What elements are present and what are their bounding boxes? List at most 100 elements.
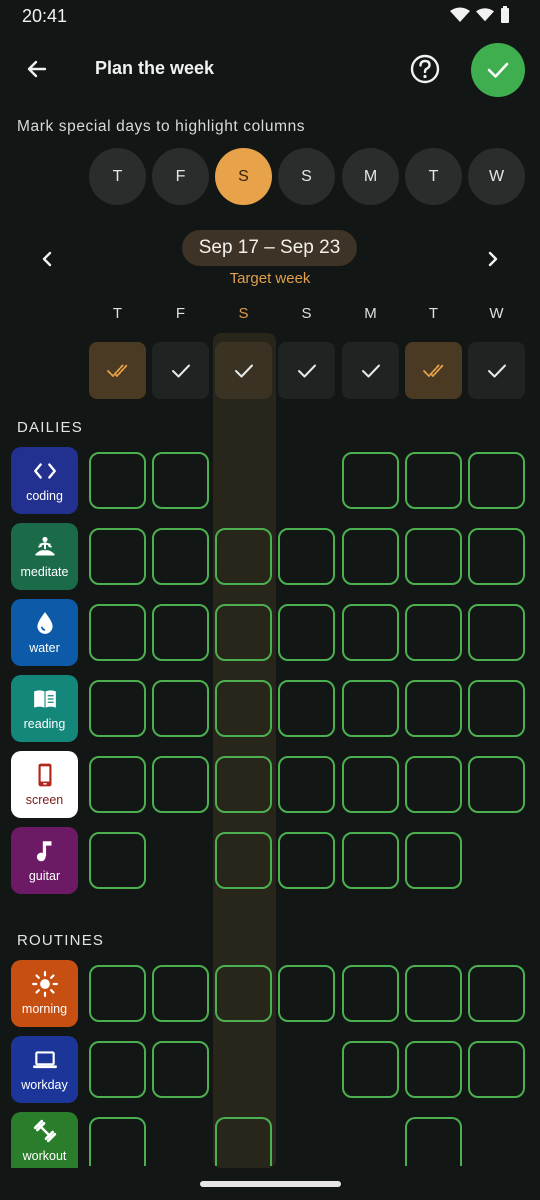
habit-water[interactable]: water bbox=[11, 599, 78, 666]
day-chip[interactable]: F bbox=[152, 148, 209, 205]
habit-day-cell[interactable] bbox=[342, 756, 399, 813]
habit-morning[interactable]: morning bbox=[11, 960, 78, 1027]
day-chip[interactable]: T bbox=[405, 148, 462, 205]
column-select-all-button[interactable] bbox=[405, 342, 462, 399]
habit-day-cell[interactable] bbox=[342, 528, 399, 585]
check-icon bbox=[234, 364, 253, 377]
habit-label: morning bbox=[21, 1002, 68, 1016]
day-chip[interactable]: T bbox=[89, 148, 146, 205]
habit-label: meditate bbox=[20, 565, 69, 579]
next-week-button[interactable] bbox=[478, 244, 508, 274]
habit-guitar[interactable]: guitar bbox=[11, 827, 78, 894]
habit-day-cell[interactable] bbox=[152, 756, 209, 813]
habit-label: screen bbox=[25, 793, 64, 807]
column-select-all-button[interactable] bbox=[152, 342, 209, 399]
day-column-header: S bbox=[238, 305, 249, 322]
habit-day-cell[interactable] bbox=[405, 965, 462, 1022]
habit-day-cell[interactable] bbox=[215, 965, 272, 1022]
day-column-header: T bbox=[428, 305, 439, 322]
habit-day-cell[interactable] bbox=[468, 756, 525, 813]
habit-meditate[interactable]: meditate bbox=[11, 523, 78, 590]
habit-day-cell[interactable] bbox=[468, 528, 525, 585]
habit-day-cell[interactable] bbox=[89, 1041, 146, 1098]
water-drop-icon bbox=[36, 612, 53, 634]
habit-day-cell[interactable] bbox=[152, 680, 209, 737]
habit-workout[interactable]: workout bbox=[11, 1112, 78, 1168]
wifi-icon bbox=[450, 7, 470, 22]
day-chip[interactable]: S bbox=[278, 148, 335, 205]
music-note-icon bbox=[36, 841, 51, 862]
help-button[interactable] bbox=[408, 52, 442, 86]
battery-icon bbox=[501, 6, 509, 23]
column-select-all-button[interactable] bbox=[278, 342, 335, 399]
status-bar: 20:41 bbox=[0, 0, 540, 34]
signal-icon bbox=[476, 8, 494, 22]
habit-screen[interactable]: screen bbox=[11, 751, 78, 818]
habit-day-cell[interactable] bbox=[468, 680, 525, 737]
habit-workday[interactable]: workday bbox=[11, 1036, 78, 1103]
habit-day-cell[interactable] bbox=[278, 528, 335, 585]
habit-day-cell[interactable] bbox=[89, 452, 146, 509]
habit-day-cell[interactable] bbox=[152, 1041, 209, 1098]
habit-day-cell[interactable] bbox=[342, 452, 399, 509]
week-range[interactable]: Sep 17 – Sep 23 bbox=[182, 230, 357, 266]
column-select-all-button[interactable] bbox=[89, 342, 146, 399]
habit-day-cell[interactable] bbox=[342, 604, 399, 661]
check-icon bbox=[487, 364, 506, 377]
habit-day-cell[interactable] bbox=[342, 1041, 399, 1098]
confirm-button[interactable] bbox=[471, 43, 525, 97]
back-button[interactable] bbox=[18, 50, 56, 88]
habit-coding[interactable]: coding bbox=[11, 447, 78, 514]
habit-day-cell[interactable] bbox=[278, 604, 335, 661]
day-column-header: T bbox=[112, 305, 123, 322]
habit-day-cell[interactable] bbox=[468, 452, 525, 509]
habit-day-cell[interactable] bbox=[405, 528, 462, 585]
dumbbell-icon bbox=[33, 1119, 56, 1142]
habit-day-cell[interactable] bbox=[215, 604, 272, 661]
day-chip[interactable]: M bbox=[342, 148, 399, 205]
habit-day-cell[interactable] bbox=[215, 1117, 272, 1166]
habit-reading[interactable]: reading bbox=[11, 675, 78, 742]
habit-day-cell[interactable] bbox=[152, 452, 209, 509]
habit-day-cell[interactable] bbox=[278, 756, 335, 813]
habit-day-cell[interactable] bbox=[152, 965, 209, 1022]
habit-day-cell[interactable] bbox=[89, 604, 146, 661]
habit-day-cell[interactable] bbox=[468, 1041, 525, 1098]
habit-day-cell[interactable] bbox=[89, 680, 146, 737]
habit-day-cell[interactable] bbox=[342, 965, 399, 1022]
special-day-column-highlight bbox=[213, 333, 276, 1168]
code-icon bbox=[33, 463, 56, 479]
habit-day-cell[interactable] bbox=[405, 1117, 462, 1166]
habit-day-cell[interactable] bbox=[89, 756, 146, 813]
habit-day-cell[interactable] bbox=[405, 680, 462, 737]
habit-day-cell[interactable] bbox=[278, 832, 335, 889]
habit-day-cell[interactable] bbox=[215, 756, 272, 813]
habit-day-cell[interactable] bbox=[405, 832, 462, 889]
habit-day-cell[interactable] bbox=[405, 756, 462, 813]
habit-day-cell[interactable] bbox=[468, 965, 525, 1022]
habit-day-cell[interactable] bbox=[89, 1117, 146, 1166]
habit-day-cell[interactable] bbox=[215, 680, 272, 737]
habit-day-cell[interactable] bbox=[468, 604, 525, 661]
day-chip[interactable]: W bbox=[468, 148, 525, 205]
habit-day-cell[interactable] bbox=[278, 680, 335, 737]
habit-day-cell[interactable] bbox=[152, 604, 209, 661]
column-select-all-button[interactable] bbox=[215, 342, 272, 399]
habit-day-cell[interactable] bbox=[342, 832, 399, 889]
day-chip[interactable]: S bbox=[215, 148, 272, 205]
habit-day-cell[interactable] bbox=[405, 604, 462, 661]
column-select-all-button[interactable] bbox=[342, 342, 399, 399]
column-select-all-button[interactable] bbox=[468, 342, 525, 399]
habit-day-cell[interactable] bbox=[89, 832, 146, 889]
habit-day-cell[interactable] bbox=[405, 1041, 462, 1098]
habit-day-cell[interactable] bbox=[215, 832, 272, 889]
check-icon bbox=[361, 364, 380, 377]
habit-day-cell[interactable] bbox=[152, 528, 209, 585]
habit-day-cell[interactable] bbox=[215, 528, 272, 585]
habit-day-cell[interactable] bbox=[278, 965, 335, 1022]
habit-day-cell[interactable] bbox=[342, 680, 399, 737]
habit-day-cell[interactable] bbox=[89, 965, 146, 1022]
habit-day-cell[interactable] bbox=[405, 452, 462, 509]
habit-day-cell[interactable] bbox=[89, 528, 146, 585]
phone-icon bbox=[38, 763, 51, 787]
